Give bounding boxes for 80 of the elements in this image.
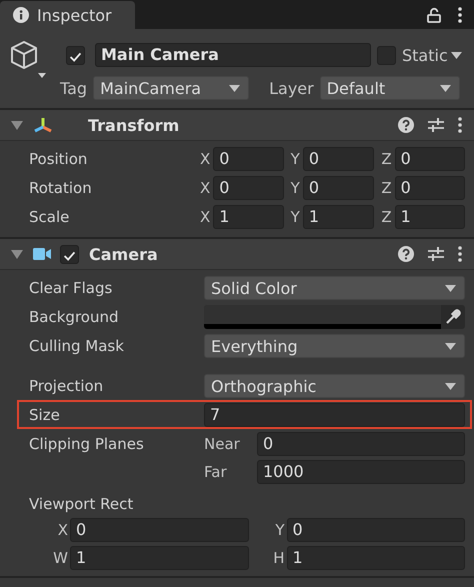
number-field[interactable]: 0 xyxy=(286,518,465,542)
axis-label: Y xyxy=(274,521,284,539)
field-label: Clipping Planes xyxy=(29,434,145,455)
more-icon[interactable] xyxy=(458,7,462,23)
component-header[interactable]: Camera xyxy=(0,239,474,270)
name-field[interactable]: Main Camera xyxy=(95,43,371,67)
info-icon xyxy=(13,7,29,23)
eyedropper-icon[interactable] xyxy=(445,309,461,325)
axis-label: Far xyxy=(204,463,228,481)
sliders-icon[interactable] xyxy=(428,246,444,262)
number-field[interactable]: 1 xyxy=(302,205,374,229)
axis-label: Z xyxy=(381,208,392,226)
dropdown[interactable]: Solid Color xyxy=(204,276,465,300)
static-dropdown[interactable]: Static xyxy=(402,46,462,64)
number-field[interactable]: 0 xyxy=(257,432,465,456)
cube-icon[interactable] xyxy=(10,40,46,80)
axis-label: X xyxy=(56,521,68,539)
field-label: Background xyxy=(29,307,120,328)
axis-label: Y xyxy=(290,179,300,197)
layer-dropdown[interactable]: Default xyxy=(320,76,460,100)
axis-label: Near xyxy=(204,435,241,453)
axis-label: Y xyxy=(290,150,300,168)
number-field[interactable]: 0 xyxy=(213,147,284,171)
sliders-icon[interactable] xyxy=(428,117,444,133)
video-camera-icon xyxy=(33,245,53,263)
number-field[interactable]: 1 xyxy=(70,546,248,570)
lock-icon[interactable] xyxy=(427,7,441,23)
axis-label: Y xyxy=(290,208,300,226)
help-icon[interactable] xyxy=(398,117,414,133)
color-field[interactable] xyxy=(204,305,465,329)
number-field[interactable]: 1 xyxy=(213,205,284,229)
axis-label: Z xyxy=(381,150,392,168)
axis-label: X xyxy=(200,179,210,197)
axis-label: H xyxy=(272,549,284,567)
field-label: Viewport Rect xyxy=(29,494,134,515)
caret-icon xyxy=(445,342,456,350)
enabled-checkbox[interactable] xyxy=(60,244,79,264)
caret-icon xyxy=(440,84,451,92)
field-label: Clear Flags xyxy=(29,278,114,299)
axis-label: X xyxy=(200,208,210,226)
axis-label: X xyxy=(200,150,210,168)
dropdown[interactable]: Orthographic xyxy=(204,374,465,398)
field-label: Size xyxy=(29,405,61,426)
number-field[interactable]: 0 xyxy=(302,147,374,171)
field-label: Rotation xyxy=(29,178,93,199)
inspector-tab[interactable]: Inspector xyxy=(0,1,135,29)
field-label: Projection xyxy=(29,376,104,397)
number-field[interactable]: 0 xyxy=(302,176,374,200)
number-field[interactable]: 0 xyxy=(394,147,466,171)
number-field[interactable]: 1000 xyxy=(257,460,465,484)
number-field[interactable]: 7 xyxy=(204,403,465,427)
tag-dropdown[interactable]: MainCamera xyxy=(93,76,250,100)
more-icon[interactable] xyxy=(458,117,462,133)
disclosure-triangle-icon[interactable] xyxy=(11,119,23,131)
number-field[interactable]: 0 xyxy=(213,176,284,200)
number-field[interactable]: 1 xyxy=(394,205,466,229)
static-checkbox[interactable] xyxy=(377,46,396,64)
caret-icon xyxy=(450,52,462,58)
caret-icon xyxy=(229,84,240,92)
number-field[interactable]: 1 xyxy=(286,546,465,570)
disclosure-triangle-icon[interactable] xyxy=(11,248,23,260)
more-icon[interactable] xyxy=(458,246,462,262)
dropdown[interactable]: Everything xyxy=(204,334,465,358)
field-label: Scale xyxy=(29,207,70,228)
component-title: Transform xyxy=(88,116,180,134)
caret-icon xyxy=(445,382,456,390)
component-title: Camera xyxy=(89,244,158,264)
component-header[interactable]: Transform xyxy=(0,110,474,141)
axis-label: Z xyxy=(381,179,392,197)
active-checkbox[interactable] xyxy=(66,46,85,64)
axes-icon xyxy=(33,116,53,134)
tag-label: Tag xyxy=(60,78,88,98)
caret-icon xyxy=(445,284,456,292)
field-label: Position xyxy=(29,149,88,170)
help-icon[interactable] xyxy=(398,246,414,262)
layer-label: Layer xyxy=(269,78,314,98)
number-field[interactable]: 0 xyxy=(70,518,248,542)
field-label: Culling Mask xyxy=(29,336,125,357)
axis-label: W xyxy=(52,549,68,567)
number-field[interactable]: 0 xyxy=(394,176,466,200)
